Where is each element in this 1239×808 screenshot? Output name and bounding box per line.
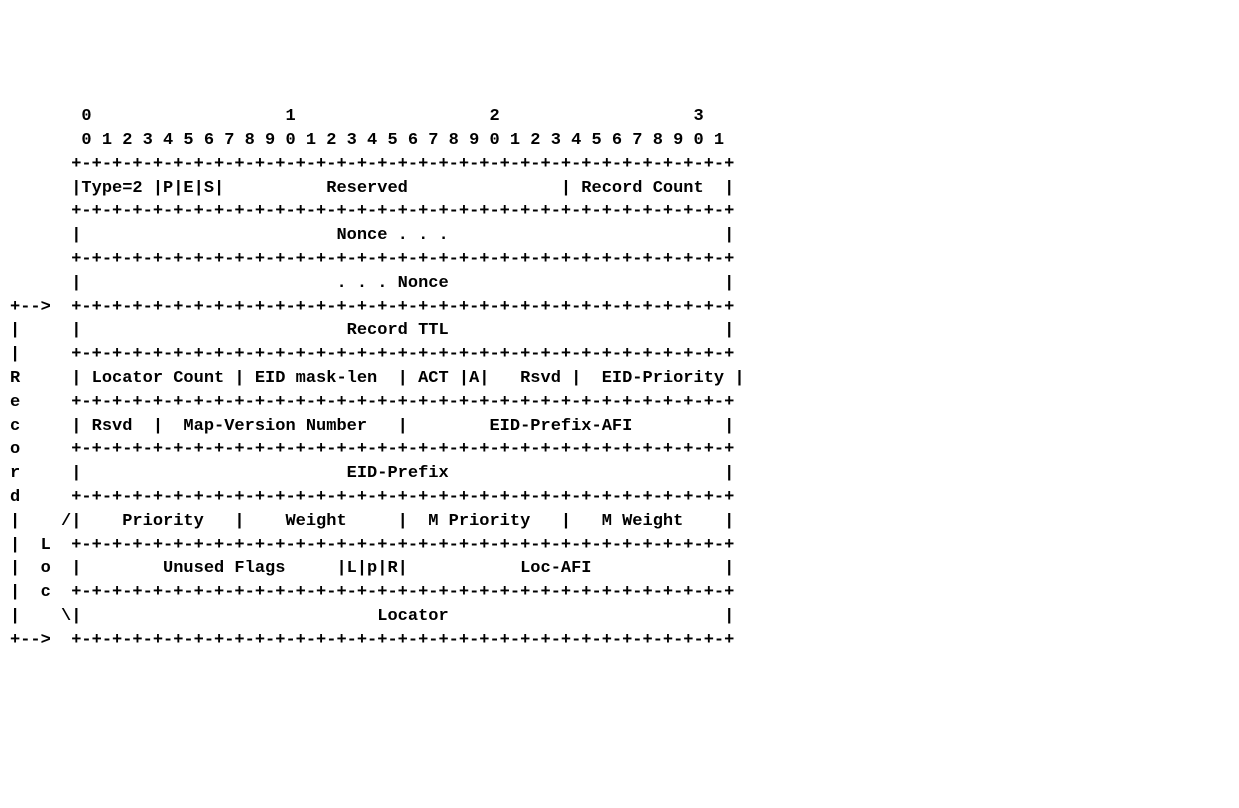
bit-ruler-bits: 0 1 2 3 4 5 6 7 8 9 0 1 2 3 4 5 6 7 8 9 … — [10, 131, 724, 150]
row-nonce-low: | . . . Nonce | — [10, 274, 734, 293]
separator: +-+-+-+-+-+-+-+-+-+-+-+-+-+-+-+-+-+-+-+-… — [10, 250, 734, 269]
separator: | +-+-+-+-+-+-+-+-+-+-+-+-+-+-+-+-+-+-+-… — [10, 345, 734, 364]
separator: d +-+-+-+-+-+-+-+-+-+-+-+-+-+-+-+-+-+-+-… — [10, 488, 734, 507]
row-record-ttl: | | Record TTL | — [10, 321, 734, 340]
separator: +-+-+-+-+-+-+-+-+-+-+-+-+-+-+-+-+-+-+-+-… — [10, 155, 734, 174]
separator: +-+-+-+-+-+-+-+-+-+-+-+-+-+-+-+-+-+-+-+-… — [10, 202, 734, 221]
packet-format-diagram: 0 1 2 3 0 1 2 3 4 5 6 7 8 9 0 1 2 3 4 5 … — [10, 105, 745, 652]
row-locator: | \| Locator | — [10, 607, 734, 626]
bit-ruler-bytes: 0 1 2 3 — [10, 107, 704, 126]
separator: o +-+-+-+-+-+-+-+-+-+-+-+-+-+-+-+-+-+-+-… — [10, 440, 734, 459]
row-loc-flags: | o | Unused Flags |L|p|R| Loc-AFI | — [10, 559, 734, 578]
row-nonce-high: | Nonce . . . | — [10, 226, 734, 245]
record-start-arrow: +--> +-+-+-+-+-+-+-+-+-+-+-+-+-+-+-+-+-+… — [10, 298, 734, 317]
row-priority-weight: | /| Priority | Weight | M Priority | M … — [10, 512, 734, 531]
record-end-arrow: +--> +-+-+-+-+-+-+-+-+-+-+-+-+-+-+-+-+-+… — [10, 631, 734, 650]
row-type-flags: |Type=2 |P|E|S| Reserved | Record Count … — [10, 179, 734, 198]
row-locator-count: R | Locator Count | EID mask-len | ACT |… — [10, 369, 745, 388]
separator: e +-+-+-+-+-+-+-+-+-+-+-+-+-+-+-+-+-+-+-… — [10, 393, 734, 412]
row-eid-prefix: r | EID-Prefix | — [10, 464, 734, 483]
separator: | c +-+-+-+-+-+-+-+-+-+-+-+-+-+-+-+-+-+-… — [10, 583, 734, 602]
row-map-version: c | Rsvd | Map-Version Number | EID-Pref… — [10, 417, 734, 436]
separator: | L +-+-+-+-+-+-+-+-+-+-+-+-+-+-+-+-+-+-… — [10, 536, 734, 555]
